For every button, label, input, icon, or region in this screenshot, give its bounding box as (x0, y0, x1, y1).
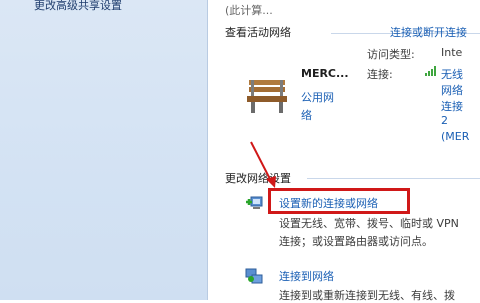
connect-disconnect-link[interactable]: 连接或断开连接 (390, 24, 467, 40)
active-networks-title: 查看活动网络 (225, 26, 291, 39)
access-type-value: Inte (441, 46, 463, 59)
connections-label: 连接: (367, 68, 393, 81)
advanced-sharing-settings-link[interactable]: 更改高级共享设置 (34, 0, 122, 13)
connection-link-line4[interactable]: 2 (441, 114, 448, 127)
connect-network-icon (245, 268, 263, 284)
arrow-annotation (250, 141, 276, 188)
main-content: (此计算... 查看活动网络 连接或断开连接 MERC... 公用网 络 访问类… (209, 0, 480, 302)
network-type-link-line1[interactable]: 公用网 (301, 89, 334, 105)
left-nav-pane: 更改高级共享设置 (0, 0, 208, 300)
setup-new-connection-desc-line1: 设置无线、宽带、拨号、临时或 VPN (279, 217, 459, 230)
connect-to-network-desc-line1: 连接到或重新连接到无线、有线、拨 (279, 289, 455, 302)
highlight-box (268, 188, 410, 214)
network-setup-icon (246, 196, 263, 209)
network-type-link-line2[interactable]: 络 (301, 107, 312, 123)
connection-link-line5[interactable]: (MER (441, 130, 469, 143)
connect-to-network-link[interactable]: 连接到网络 (279, 268, 334, 284)
bench-icon (247, 80, 287, 113)
connection-link-line1[interactable]: 无线 (441, 66, 463, 82)
setup-new-connection-desc-line2: 连接；或设置路由器或访问点。 (279, 235, 433, 248)
partial-header-text: (此计算... (225, 4, 273, 17)
access-type-label: 访问类型: (367, 48, 415, 61)
network-name: MERC... (301, 67, 349, 80)
connection-link-line3[interactable]: 连接 (441, 98, 463, 114)
connection-link-line2[interactable]: 网络 (441, 82, 463, 98)
signal-bars-icon (425, 66, 436, 76)
section-divider-2 (307, 178, 480, 179)
